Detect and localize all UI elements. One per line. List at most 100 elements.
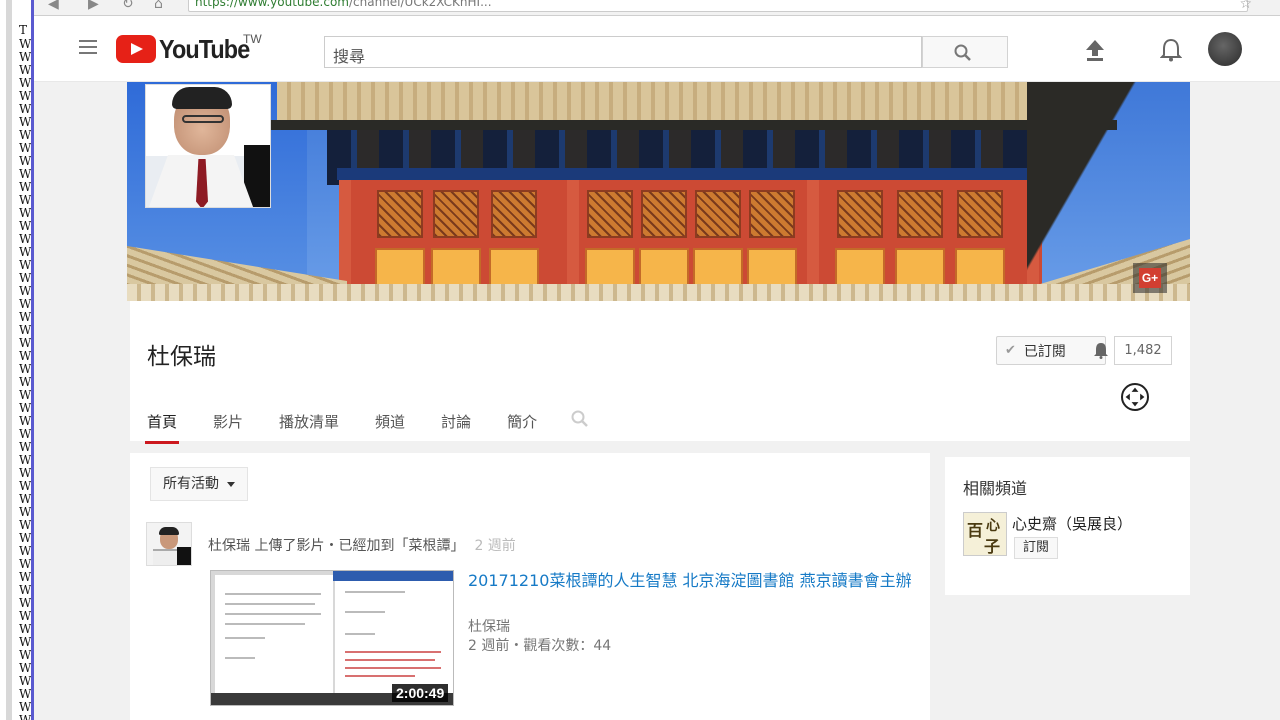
banner-lattice [433,190,479,238]
banner-lattice [837,190,883,238]
banner-roof-bottom [127,284,1190,301]
search-button[interactable] [922,36,1008,68]
banner-pillar [567,180,579,301]
filter-label: 所有活動 [163,476,219,492]
video-duration: 2:00:49 [392,684,449,702]
channel-header: 杜保瑞 ✔ 已訂閱 1,482 首頁 影片 播放清單 頻道 討論 簡介 [130,301,1190,444]
thumb-line [225,613,321,615]
banner-lattice [957,190,1003,238]
avatar-glasses [182,115,224,123]
related-subscribe-button[interactable]: 訂閱 [1014,537,1059,559]
notification-bell-icon[interactable] [1092,341,1110,359]
related-channel-name[interactable]: 心史齋（吳展良） [1012,513,1132,534]
tab-playlists[interactable]: 播放清單 [279,411,339,442]
bell-icon[interactable] [1160,38,1182,62]
google-plus-link[interactable]: G+ [1133,263,1167,293]
youtube-logo[interactable]: YouTube TW [116,32,262,64]
activity-avatar[interactable] [146,522,192,566]
search-icon [954,44,971,61]
banner-roof [277,82,1067,122]
background-letter: W [19,713,32,720]
thumb-line [225,637,265,639]
banner-panel [431,248,481,288]
banner-lattice [377,190,423,238]
check-icon: ✔ [1005,343,1016,358]
activity-feed: 所有活動 杜保瑞 上傳了影片・已經加到「菜根譚」 2 週前 2:00:49 201 [130,453,930,720]
forward-icon[interactable]: ▶ [88,0,99,12]
thumb-line [345,633,375,635]
masthead: YouTube TW 搜尋 [34,16,1280,82]
browser-toolbar: ◀ ▶ ↻ ⌂ https://www.youtube.com/channel/… [34,0,1280,16]
banner-panel [955,248,1005,288]
background-letter: T [19,23,28,37]
menu-icon[interactable] [79,40,97,54]
banner-panel [747,248,797,288]
subscribe-label: 已訂閱 [1023,343,1066,360]
search-input[interactable]: 搜尋 [324,36,922,68]
avatar-hair [159,527,179,535]
tab-videos[interactable]: 影片 [213,411,243,442]
thumb-line [225,603,315,605]
home-icon[interactable]: ⌂ [154,0,163,12]
channel-avatar[interactable] [145,84,271,208]
tab-about[interactable]: 簡介 [507,411,537,442]
tab-channels[interactable]: 頻道 [375,411,405,442]
thumb-glyph: 子 [984,537,1001,556]
channel-banner [127,82,1190,301]
subscriber-count: 1,482 [1114,336,1172,365]
related-channel-thumb[interactable]: 百 心 子 [963,512,1007,556]
activity-text: 杜保瑞 上傳了影片・已經加到「菜根譚」 2 週前 [208,535,516,555]
google-plus-icon: G+ [1139,268,1161,288]
banner-lattice [749,190,795,238]
related-channels: 相關頻道 百 心 子 心史齋（吳展良） 訂閱 [945,457,1190,595]
move-cursor-icon [1121,383,1149,411]
tab-discussion[interactable]: 討論 [441,411,471,442]
banner-lattice [897,190,943,238]
address-bar[interactable]: https://www.youtube.com/channel/UCk2XCKn… [188,0,1248,12]
activity-description: 杜保瑞 上傳了影片・已經加到「菜根譚」 [208,538,465,554]
account-avatar[interactable] [1208,32,1242,66]
thumb-page [335,581,453,699]
banner-lattice [491,190,537,238]
activity-filter-dropdown[interactable]: 所有活動 [150,467,248,501]
logo-wordmark: YouTube [159,33,250,64]
banner-panel [489,248,539,288]
thumb-line [345,667,441,669]
thumb-line [345,651,441,653]
thumb-line [345,675,415,677]
thumb-titlebar [333,571,453,581]
video-title-link[interactable]: 20171210菜根譚的人生智慧 北京海淀圖書館 燕京讀書會主辦 [468,569,918,592]
thumb-line [225,593,321,595]
banner-panel [639,248,689,288]
subscribed-button[interactable]: ✔ 已訂閱 [996,336,1106,365]
activity-time: 2 週前 [474,538,516,554]
bookmark-star-icon[interactable]: ☆ [1239,0,1252,12]
banner-panel [585,248,635,288]
upload-icon[interactable] [1084,38,1106,62]
related-title: 相關頻道 [963,479,1028,498]
banner-lattice [641,190,687,238]
region-code: TW [243,32,262,46]
thumb-line [345,611,385,613]
video-channel-link[interactable]: 杜保瑞 [468,616,510,636]
banner-panel [693,248,743,288]
back-icon[interactable]: ◀ [48,0,59,12]
banner-panel [375,248,425,288]
avatar-hair [172,87,232,109]
tab-home[interactable]: 首頁 [144,411,180,444]
banner-pillar [807,180,819,301]
banner-lattice [695,190,741,238]
thumb-line [345,591,405,593]
thumb-line [225,623,305,625]
youtube-play-icon [116,35,156,63]
channel-name[interactable]: 杜保瑞 [147,337,216,371]
video-meta: 2 週前・觀看次數：44 [468,638,612,654]
channel-search-icon[interactable] [570,409,590,429]
banner-beam [337,168,1037,180]
channel-tabs: 首頁 影片 播放清單 頻道 討論 簡介 [144,411,573,444]
banner-panel [835,248,885,288]
reload-icon[interactable]: ↻ [122,0,134,12]
avatar-bg [177,547,191,565]
background-window-gutter [6,0,12,720]
chevron-down-icon [227,481,235,487]
